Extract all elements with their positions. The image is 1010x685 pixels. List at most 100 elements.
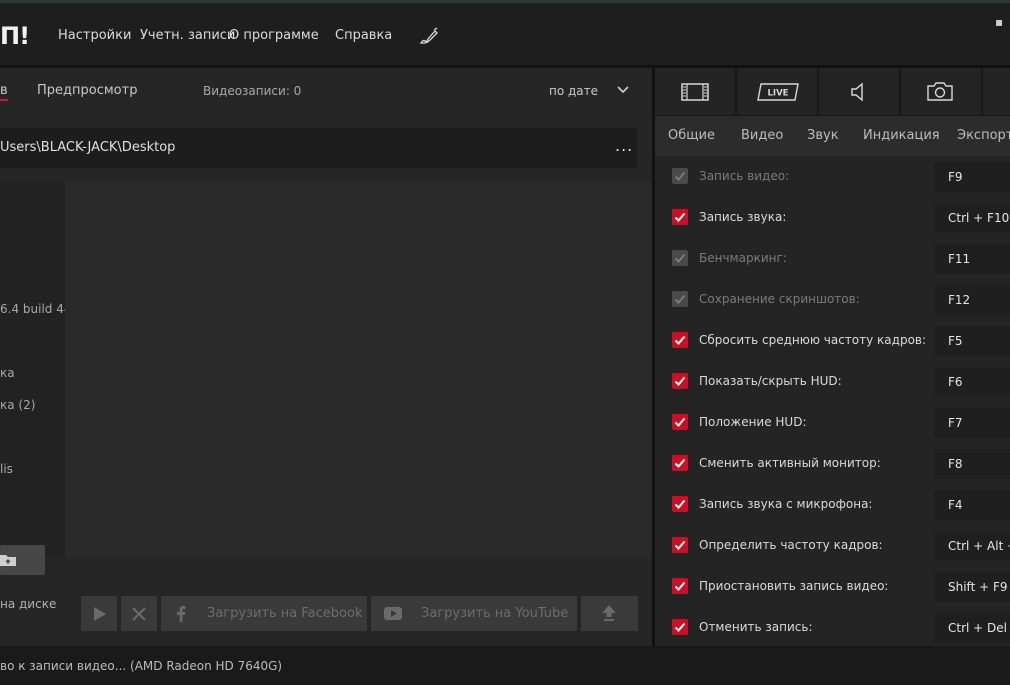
hotkey-input[interactable]: F5 [934, 326, 1010, 356]
hotkey-input[interactable]: Ctrl + Alt + [934, 531, 1010, 561]
hotkey-value: F6 [948, 375, 963, 389]
subtab-export[interactable]: Экспорт [957, 128, 1010, 143]
menu-help[interactable]: Справка [335, 28, 392, 43]
camera-icon[interactable] [901, 68, 981, 115]
left-tabs: в Предпросмотр Видеозаписи: 0 по дате [0, 68, 652, 114]
hotkey-value: Ctrl + F10 [948, 211, 1010, 225]
upload-facebook-button[interactable]: Загрузить на Facebook [161, 596, 367, 631]
tab-preview[interactable]: Предпросмотр [37, 83, 137, 98]
hotkey-checkbox[interactable] [672, 209, 688, 225]
hotkey-row: Запись звука с микрофона: F4 [655, 484, 1010, 525]
hotkey-row: Положение HUD: F7 [655, 402, 1010, 443]
live-label: LIVE [768, 89, 789, 99]
menu-settings[interactable]: Настройки [58, 28, 131, 43]
window-control-icon[interactable]: ▪ [995, 15, 1003, 29]
hotkey-label: Бенчмаркинг: [699, 251, 787, 265]
hotkey-checkbox[interactable] [672, 455, 688, 471]
delete-button[interactable] [121, 596, 157, 631]
hotkey-value: F7 [948, 416, 963, 430]
play-icon [94, 607, 106, 621]
preview-area [65, 182, 652, 558]
hotkey-label: Сохранение скриншотов: [699, 292, 860, 306]
speaker-icon[interactable] [819, 68, 899, 115]
hotkey-checkbox[interactable] [672, 332, 688, 348]
hotkey-checkbox[interactable] [672, 291, 688, 307]
pen-icon[interactable] [418, 25, 440, 47]
menu-accounts[interactable]: Учетн. записи [140, 28, 235, 43]
hotkey-row: Приостановить запись видео: Shift + F9 [655, 566, 1010, 607]
upload-arrow-icon [602, 605, 616, 621]
menu-about[interactable]: О программе [229, 28, 319, 43]
hotkey-input[interactable]: F8 [934, 449, 1010, 479]
tab-videos[interactable]: в [0, 83, 8, 98]
hotkey-label: Показать/скрыть HUD: [699, 374, 842, 388]
hotkey-label: Определить частоту кадров: [699, 538, 883, 552]
youtube-icon [384, 607, 402, 620]
hotkey-checkbox[interactable] [672, 619, 688, 635]
list-item[interactable]: ка [0, 366, 15, 380]
hotkey-value: Ctrl + Alt + [948, 539, 1010, 553]
hotkey-checkbox[interactable] [672, 168, 688, 184]
facebook-label: Загрузить на Facebook [207, 606, 363, 621]
hotkey-checkbox[interactable] [672, 496, 688, 512]
hotkey-input[interactable]: Shift + F9 [934, 572, 1010, 602]
hotkey-row: Сбросить среднюю частоту кадров: F5 [655, 320, 1010, 361]
title-bar: П! Настройки Учетн. записи О программе С… [0, 3, 1010, 65]
hotkey-input[interactable]: F9 [934, 162, 1010, 192]
browse-folder-button[interactable]: ... [615, 136, 633, 155]
chevron-down-icon[interactable] [616, 85, 630, 95]
hotkey-label: Запись видео: [699, 169, 790, 183]
list-item[interactable]: 6.4 build 448 [0, 302, 65, 316]
film-icon[interactable] [655, 68, 735, 115]
hotkey-checkbox[interactable] [672, 373, 688, 389]
open-folder-button[interactable] [0, 545, 45, 575]
folder-path: Users\BLACK-JACK\Desktop [0, 140, 176, 155]
app-logo: П! [0, 22, 30, 50]
upload-youtube-button[interactable]: Загрузить на YouTube [371, 596, 577, 631]
hotkey-input[interactable]: Ctrl + Del [934, 613, 1010, 643]
hotkey-checkbox[interactable] [672, 250, 688, 266]
hotkey-checkbox[interactable] [672, 578, 688, 594]
hotkey-row: Запись звука: Ctrl + F10 [655, 197, 1010, 238]
facebook-icon [177, 606, 186, 622]
play-button[interactable] [81, 596, 117, 631]
youtube-label: Загрузить на YouTube [421, 606, 569, 621]
subtab-indication[interactable]: Индикация [863, 128, 940, 143]
hotkey-input[interactable]: F7 [934, 408, 1010, 438]
hotkey-checkbox[interactable] [672, 414, 688, 430]
settings-subtabs: Общие Видео Звук Индикация Экспорт [655, 115, 1010, 156]
folder-icon [0, 555, 16, 566]
category-separator [981, 68, 983, 115]
hotkey-label: Приостановить запись видео: [699, 579, 889, 593]
list-item[interactable]: lis [0, 462, 13, 476]
hotkey-input[interactable]: F4 [934, 490, 1010, 520]
sort-select[interactable]: по дате [549, 84, 598, 98]
status-text: во к записи видео... (AMD Radeon HD 7640… [0, 659, 283, 673]
hotkey-label: Запись звука: [699, 210, 787, 224]
live-icon[interactable]: LIVE [737, 68, 817, 115]
hotkey-input[interactable]: F12 [934, 285, 1010, 315]
left-panel: в Предпросмотр Видеозаписи: 0 по дате Us… [0, 68, 652, 646]
active-tab-indicator [0, 99, 8, 101]
hotkey-checkbox[interactable] [672, 537, 688, 553]
status-bar: во к записи видео... (AMD Radeon HD 7640… [0, 647, 1010, 685]
settings-panel: LIVE Общие Видео Звук Индикация Экспорт … [655, 68, 1010, 646]
subtab-video[interactable]: Видео [741, 128, 783, 143]
hotkey-input[interactable]: F11 [934, 244, 1010, 274]
upload-button[interactable] [581, 596, 638, 631]
hotkey-label: Сменить активный монитор: [699, 456, 881, 470]
video-list[interactable]: 6.4 build 448 ка ка (2) lis [0, 182, 65, 558]
hotkey-value: F8 [948, 457, 963, 471]
close-icon [132, 607, 146, 621]
hotkey-row: Определить частоту кадров: Ctrl + Alt + [655, 525, 1010, 566]
hotkey-input[interactable]: Ctrl + F10 [934, 203, 1010, 233]
hotkey-label: Положение HUD: [699, 415, 807, 429]
hotkey-value: F9 [948, 170, 963, 184]
hotkey-input[interactable]: F6 [934, 367, 1010, 397]
hotkey-row: Бенчмаркинг: F11 [655, 238, 1010, 279]
hotkey-row: Показать/скрыть HUD: F6 [655, 361, 1010, 402]
subtab-sound[interactable]: Звук [807, 128, 839, 143]
subtab-general[interactable]: Общие [668, 128, 715, 143]
list-item[interactable]: ка (2) [0, 398, 35, 412]
folder-path-bar[interactable]: Users\BLACK-JACK\Desktop ... [0, 128, 637, 168]
